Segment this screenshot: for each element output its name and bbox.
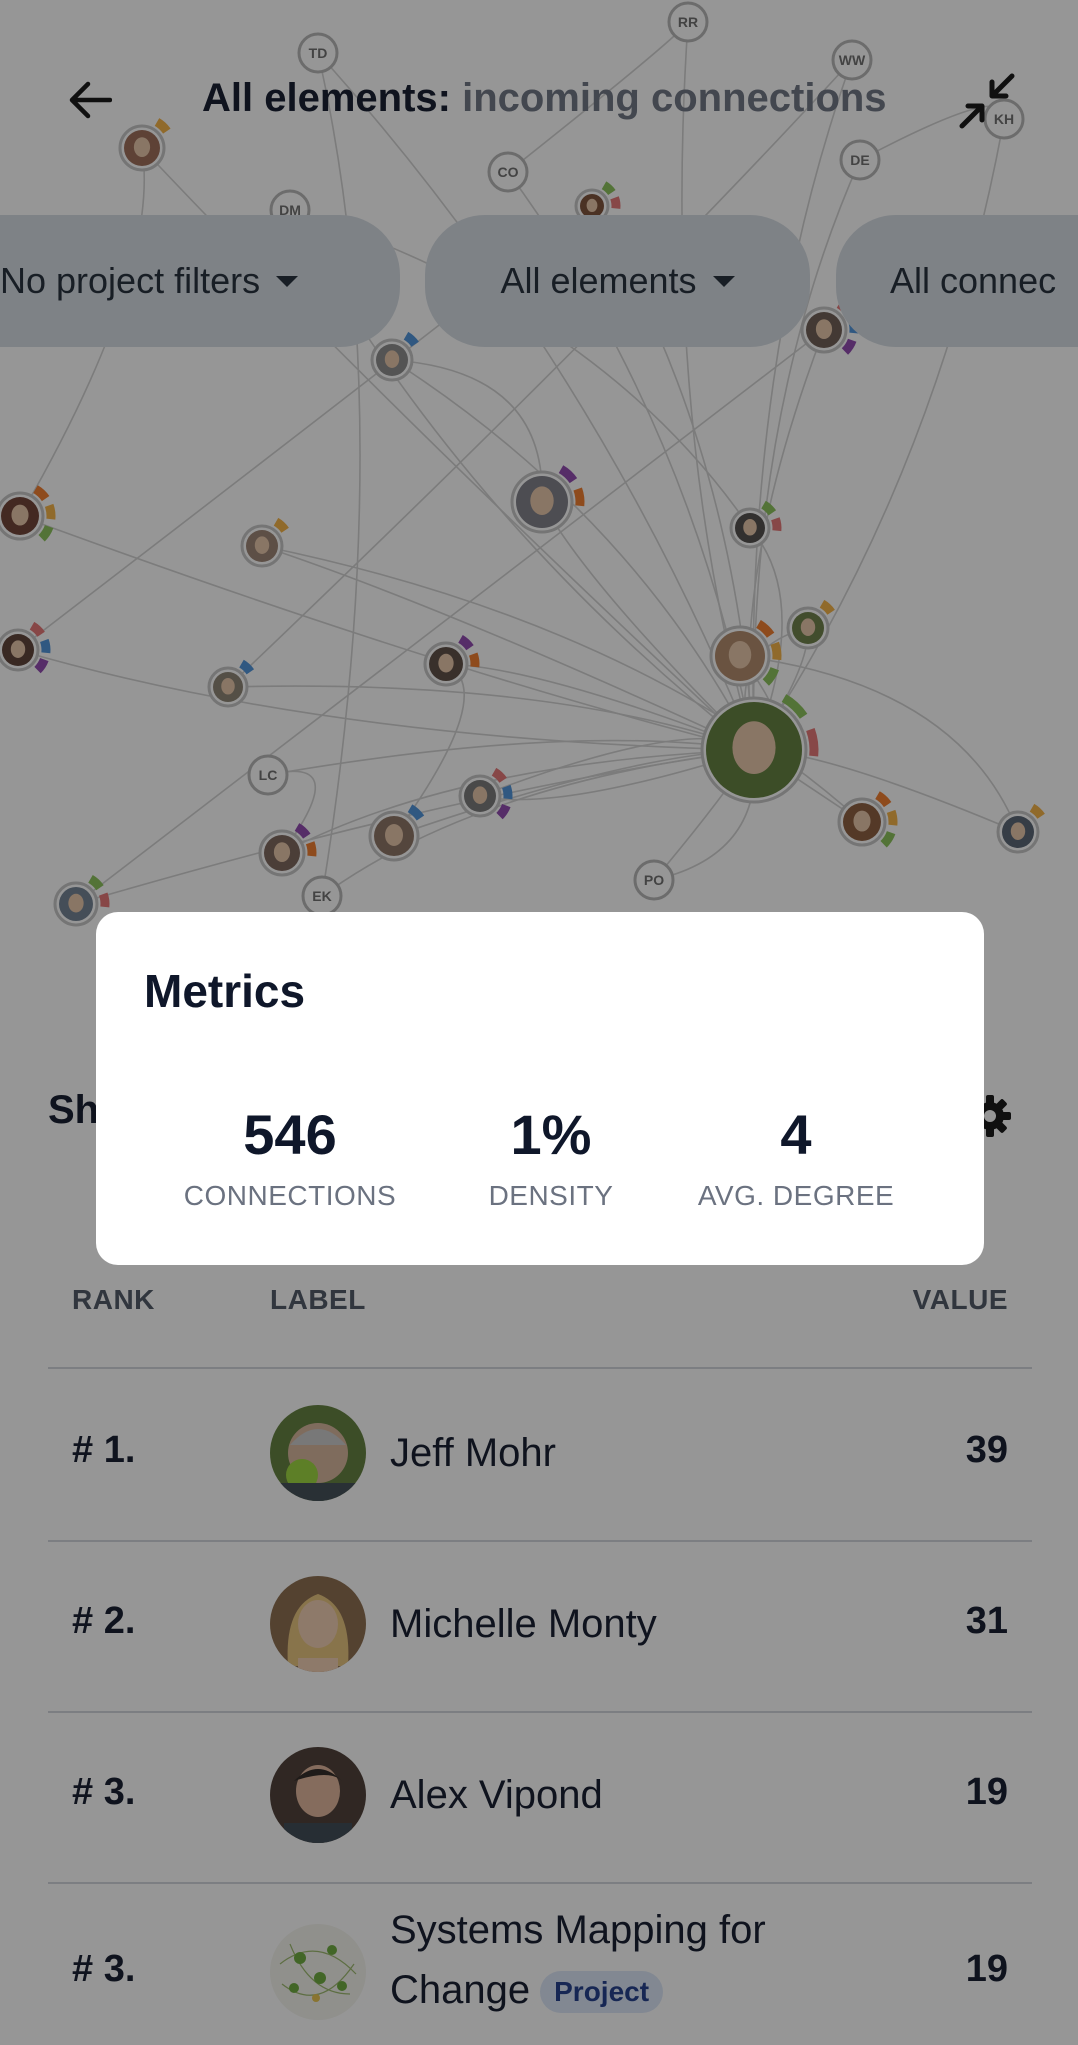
metric-density: 1% DENSITY [421,1104,681,1212]
metric-connections-value: 546 [243,1103,337,1166]
metric-density-label: DENSITY [488,1180,614,1211]
metric-avg-degree: 4 AVG. DEGREE [666,1104,926,1212]
metrics-title: Metrics [144,965,306,1017]
metric-avg-degree-label: AVG. DEGREE [697,1180,895,1211]
metric-connections-label: CONNECTIONS [183,1180,397,1211]
metric-avg-degree-value: 4 [780,1103,812,1166]
metric-connections: 546 CONNECTIONS [160,1104,420,1212]
metrics-dialog: Metrics 546 CONNECTIONS 1% DENSITY 4 AVG… [96,912,984,1265]
metric-density-value: 1% [510,1103,592,1166]
